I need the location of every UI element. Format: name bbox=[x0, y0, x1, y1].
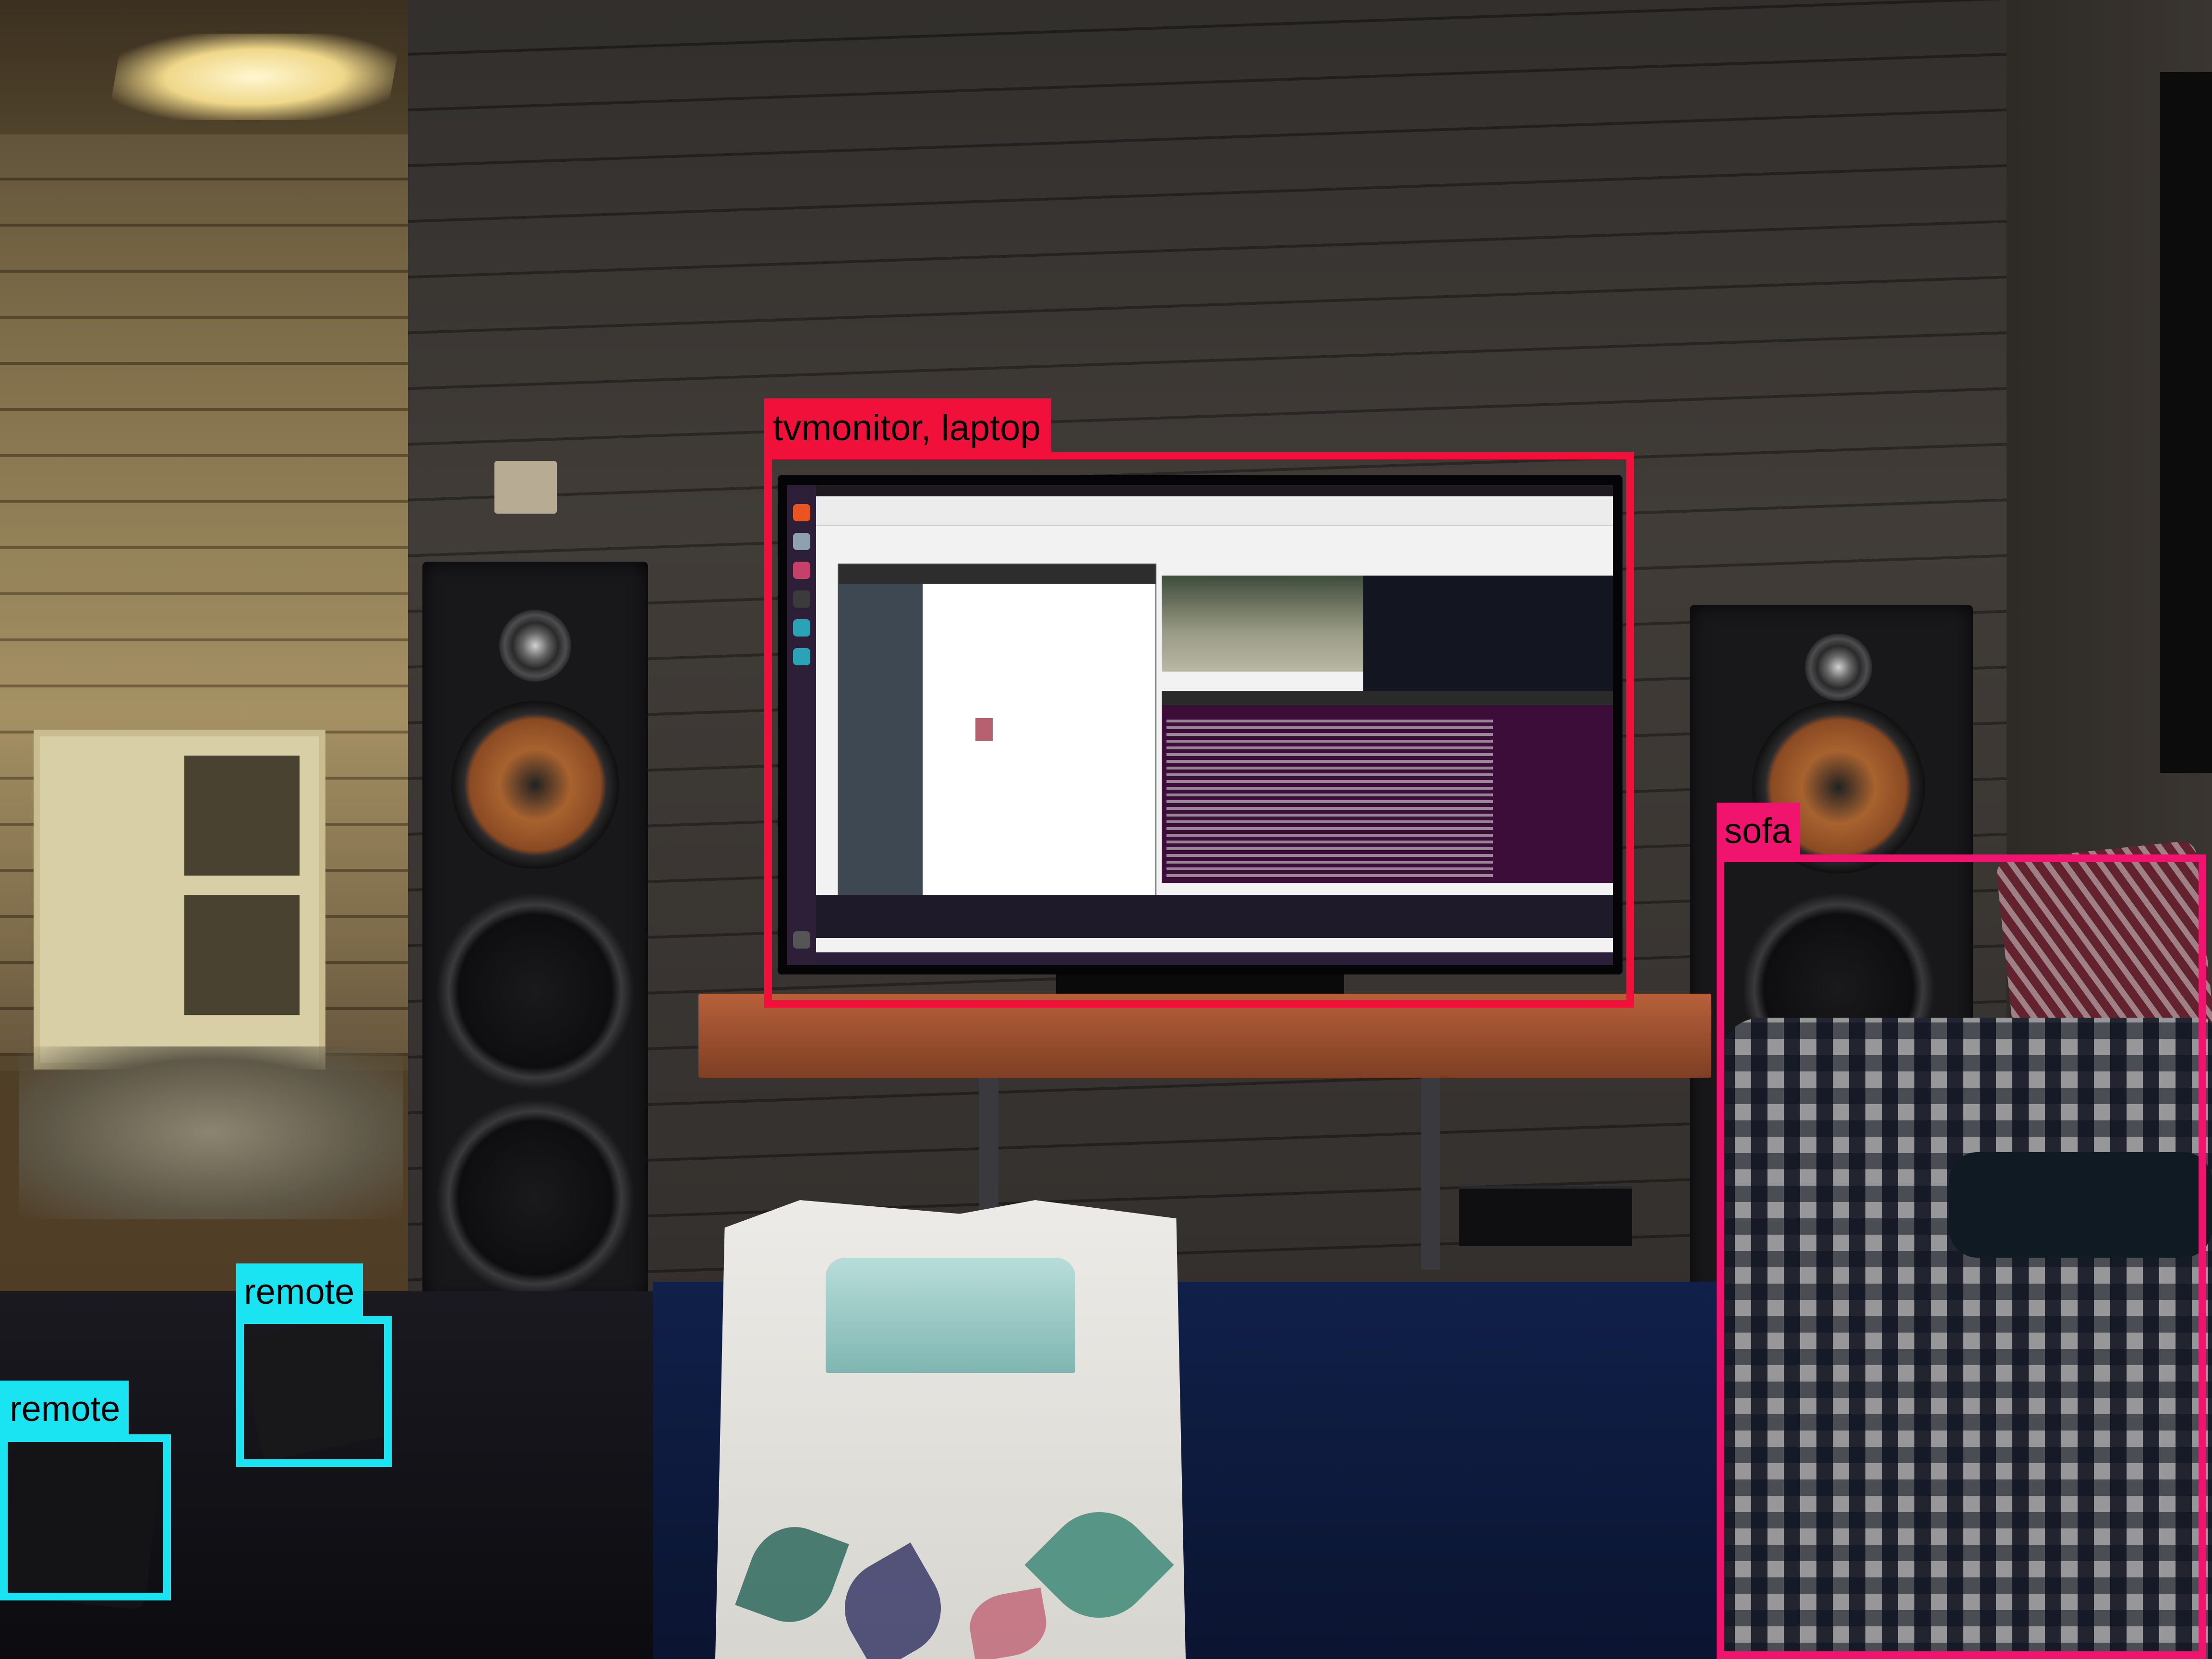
detection-label-sofa: sofa bbox=[1717, 803, 1800, 854]
tissue bbox=[826, 1258, 1075, 1373]
living-room-scene: tvmonitor, laptop sofa remote remote bbox=[0, 0, 2212, 1659]
shelf-cube bbox=[184, 756, 300, 876]
shelf-cube bbox=[184, 895, 300, 1015]
detection-box-remote bbox=[236, 1316, 392, 1467]
rug bbox=[19, 1046, 403, 1219]
left-speaker bbox=[422, 562, 648, 1301]
detection-box-remote bbox=[0, 1434, 171, 1600]
set-top-box bbox=[1459, 1186, 1632, 1246]
detection-label-remote: remote bbox=[236, 1263, 363, 1316]
detection-label-tvmonitor: tvmonitor, laptop bbox=[764, 398, 1051, 452]
left-speaker-midrange bbox=[451, 701, 619, 869]
left-speaker-tweeter bbox=[499, 610, 571, 682]
left-speaker-woofer bbox=[437, 893, 634, 1090]
ceiling-lamp bbox=[108, 34, 401, 120]
detection-box-sofa bbox=[1717, 854, 2206, 1659]
left-speaker-woofer bbox=[437, 1099, 634, 1296]
detection-box-tvmonitor bbox=[764, 452, 1634, 1008]
white-shelf-unit bbox=[34, 730, 325, 1070]
tv-stand-leg bbox=[1421, 1078, 1440, 1270]
right-speaker-tweeter bbox=[1805, 634, 1872, 701]
light-switch bbox=[494, 461, 557, 514]
detection-label-remote: remote bbox=[0, 1381, 129, 1434]
wall-picture-frame bbox=[2160, 72, 2212, 773]
